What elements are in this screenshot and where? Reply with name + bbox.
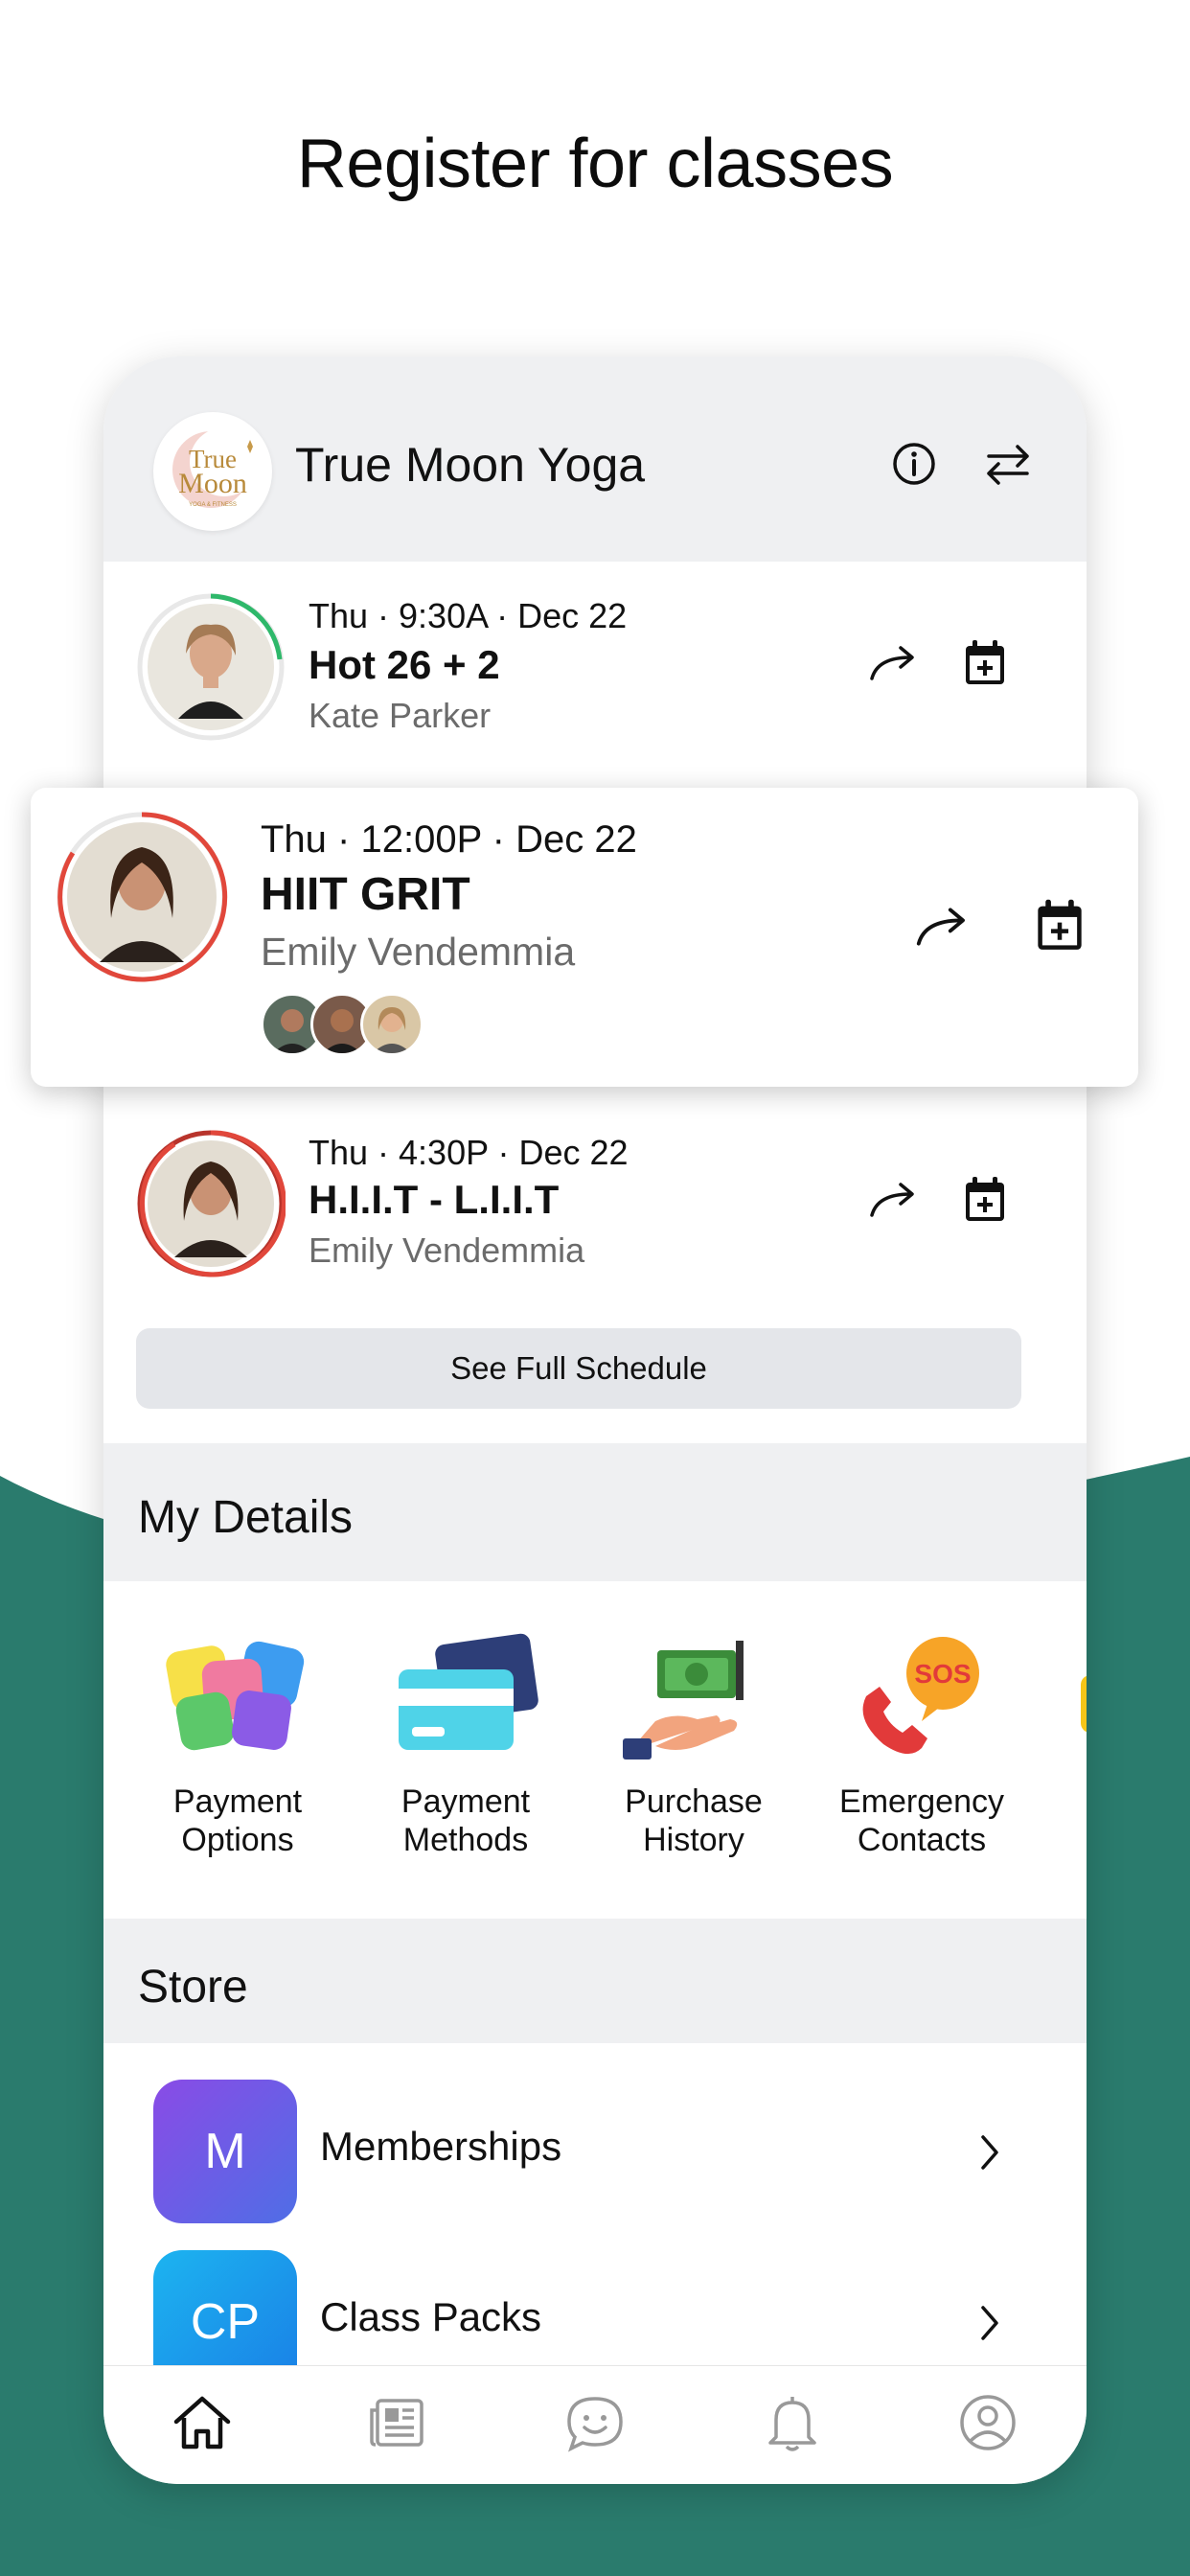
section-title: Store (138, 1962, 248, 2012)
class-time: Thu · 4:30P · Dec 22 (309, 1133, 629, 1172)
class-name: Hot 26 + 2 (309, 642, 500, 687)
chat-icon[interactable] (561, 2389, 629, 2456)
my-details-header: My Details (103, 1443, 1087, 1581)
sos-phone-icon: SOS (862, 1637, 979, 1755)
detail-label: Purchase (625, 1783, 763, 1820)
detail-label: Options (181, 1822, 294, 1858)
add-to-calendar-icon[interactable] (1027, 893, 1092, 958)
bell-icon[interactable] (759, 2389, 826, 2456)
store-item-label: Memberships (320, 2124, 562, 2169)
section-title: My Details (138, 1492, 354, 1543)
highlighted-class-card[interactable]: Thu · 12:00P · Dec 22 HIIT GRIT Emily Ve… (31, 788, 1138, 1087)
svg-text:SOS: SOS (914, 1659, 971, 1689)
class-instructor: Emily Vendemmia (309, 1230, 585, 1270)
payment-options-icon (166, 1641, 305, 1751)
studio-name: True Moon Yoga (295, 438, 646, 492)
tab-bar (103, 2365, 1087, 2484)
class-row[interactable]: Thu · 4:30P · Dec 22 H.I.I.T - L.I.I.T E… (103, 1129, 1087, 1321)
detail-label: Methods (402, 1822, 529, 1858)
emergency-contacts-item[interactable]: SOS Emergency Contacts (816, 1631, 1027, 1859)
money-hand-icon (623, 1641, 744, 1760)
class-name: H.I.I.T - L.I.I.T (309, 1177, 560, 1222)
class-name: HIIT GRIT (261, 869, 470, 920)
class-instructor: Emily Vendemmia (261, 930, 576, 974)
class-row[interactable]: Thu · 9:30A · Dec 22 Hot 26 + 2 Kate Par… (103, 592, 1087, 784)
next-detail-peek (1081, 1675, 1087, 1733)
instructor-avatar (137, 1130, 286, 1277)
phone-screen: True Moon YOGA & FITNESS True Moon Yoga (103, 356, 1087, 2484)
add-to-calendar-icon[interactable] (956, 634, 1014, 692)
chevron-right-icon (981, 2135, 998, 2170)
detail-label: Payment (172, 1783, 303, 1820)
app-header: True Moon YOGA & FITNESS True Moon Yoga (103, 356, 1087, 562)
share-icon[interactable] (864, 634, 922, 692)
class-instructor: Kate Parker (309, 696, 492, 735)
store-item-label: Class Packs (320, 2294, 542, 2339)
payment-methods-item[interactable]: Payment Methods (360, 1631, 571, 1859)
svg-text:Moon: Moon (178, 468, 247, 499)
share-icon[interactable] (864, 1171, 922, 1229)
studio-logo[interactable]: True Moon YOGA & FITNESS (153, 412, 272, 531)
detail-label: Emergency (839, 1783, 1004, 1820)
purchase-history-item[interactable]: Purchase History (588, 1631, 799, 1859)
chevron-right-icon (981, 2306, 998, 2340)
instructor-avatar (137, 593, 285, 741)
attendee-avatars[interactable] (261, 993, 452, 1060)
store-item-memberships[interactable]: M Memberships (103, 2080, 1087, 2233)
switch-icon[interactable] (979, 435, 1037, 493)
detail-label: Payment (400, 1783, 531, 1820)
attendee-avatar (360, 993, 423, 1056)
share-icon[interactable] (910, 895, 973, 958)
detail-label: Contacts (857, 1822, 987, 1858)
see-full-schedule-button[interactable]: See Full Schedule (136, 1328, 1021, 1409)
detail-label: History (643, 1822, 744, 1858)
add-to-calendar-icon[interactable] (956, 1171, 1014, 1229)
store-header: Store (103, 1919, 1087, 2043)
info-icon[interactable] (885, 435, 943, 493)
memberships-tile: M (153, 2080, 297, 2223)
svg-text:YOGA & FITNESS: YOGA & FITNESS (189, 502, 237, 508)
home-icon[interactable] (169, 2389, 236, 2456)
instructor-avatar (57, 812, 228, 982)
credit-cards-icon (399, 1633, 538, 1750)
profile-icon[interactable] (954, 2389, 1021, 2456)
payment-options-item[interactable]: Payment Options (132, 1631, 343, 1859)
class-time: Thu · 9:30A · Dec 22 (309, 596, 628, 635)
marketing-headline: Register for classes (296, 126, 894, 202)
news-icon[interactable] (364, 2389, 431, 2456)
class-time: Thu · 12:00P · Dec 22 (261, 818, 637, 861)
